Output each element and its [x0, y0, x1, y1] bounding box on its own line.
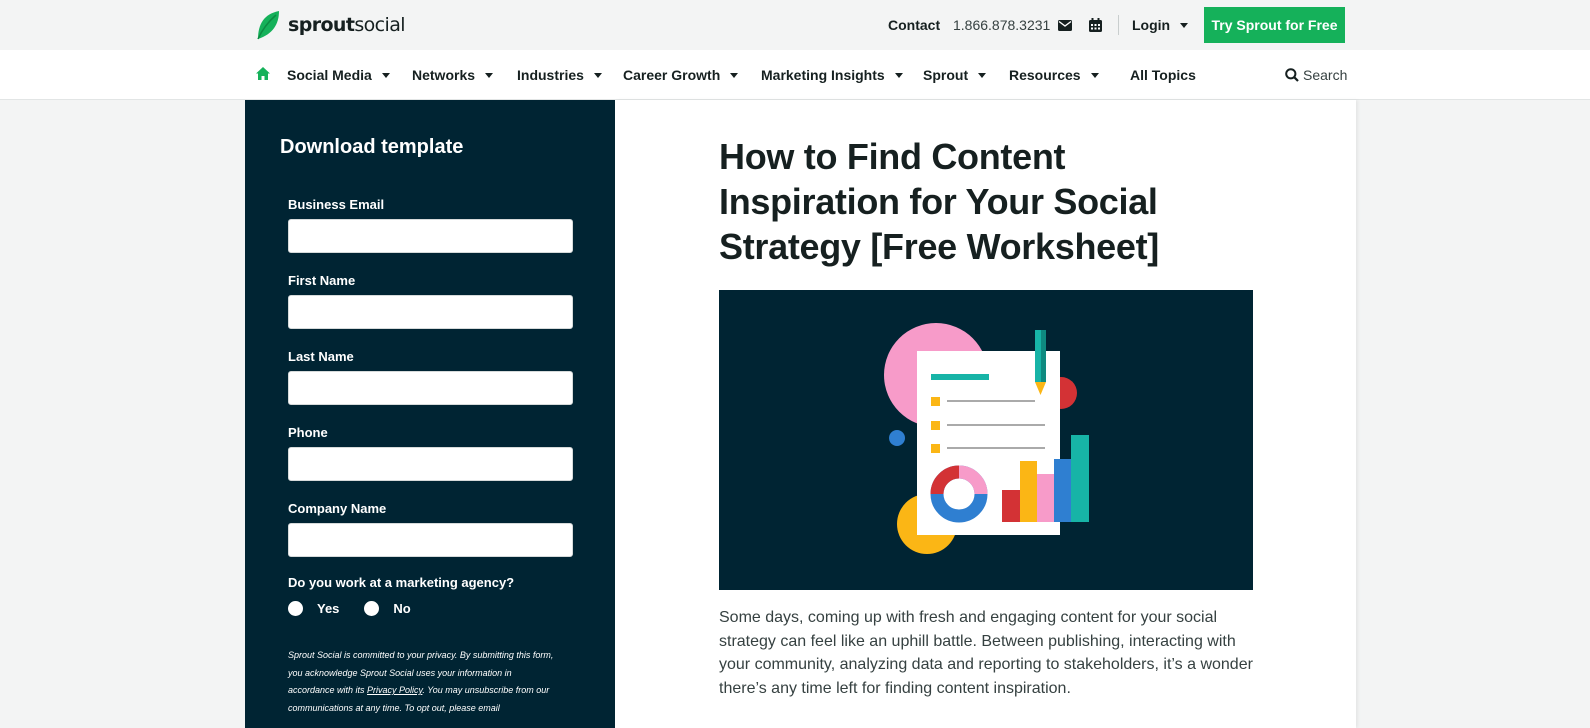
- home-icon[interactable]: [256, 67, 270, 85]
- search-button[interactable]: Search: [1285, 50, 1347, 100]
- article-title: How to Find Content Inspiration for Your…: [719, 136, 1159, 267]
- nav-networks[interactable]: Networks: [412, 50, 494, 100]
- caret-down-icon: [593, 72, 602, 78]
- agency-radio-group: Yes No: [288, 601, 411, 616]
- agency-no-label: No: [393, 601, 411, 616]
- business-email-field[interactable]: [288, 219, 573, 253]
- nav-sprout[interactable]: Sprout: [923, 50, 987, 100]
- article-intro: Some days, coming up with fresh and enga…: [719, 609, 1253, 697]
- privacy-policy-link[interactable]: Privacy Policy: [367, 685, 422, 695]
- privacy-text: you acknowledge Sprout Social uses your …: [288, 667, 512, 678]
- leaf-logo-icon: [257, 11, 279, 40]
- first-name-label: First Name: [288, 273, 356, 288]
- nav-label: Social Media: [287, 67, 372, 83]
- company-name-label: Company Name: [288, 501, 387, 516]
- nav-resources[interactable]: Resources: [1009, 50, 1099, 100]
- calendar-icon[interactable]: [1089, 0, 1102, 50]
- caret-down-icon: [1090, 72, 1099, 78]
- nav-label: Industries: [517, 67, 584, 83]
- nav-label: Career Growth: [623, 67, 721, 83]
- form-title: Download template: [280, 136, 464, 158]
- privacy-notice: Sprout Social is committed to your priva…: [288, 647, 578, 717]
- caret-down-icon: [730, 72, 739, 78]
- phone-label: Phone: [288, 425, 328, 440]
- header-divider: [1118, 15, 1119, 35]
- phone-link[interactable]: 1.866.878.3231: [953, 0, 1050, 50]
- caret-down-icon: [381, 72, 390, 78]
- first-name-field[interactable]: [288, 295, 573, 329]
- caret-down-icon: [894, 72, 903, 78]
- caret-down-icon: [1180, 22, 1189, 28]
- company-name-field[interactable]: [288, 523, 573, 557]
- try-free-button[interactable]: Try Sprout for Free: [1204, 7, 1345, 43]
- sprout-social-logo[interactable]: sproutsocial: [256, 10, 406, 40]
- article: How to Find Content Inspiration for Your…: [615, 100, 1356, 728]
- brand-wordmark: sproutsocial: [288, 14, 406, 36]
- agency-question: Do you work at a marketing agency?: [288, 575, 515, 590]
- top-bar: sproutsocial Contact 1.866.878.3231 Logi…: [0, 0, 1590, 50]
- privacy-text: accordance with its Privacy Policy. You …: [288, 685, 550, 695]
- envelope-icon[interactable]: [1058, 0, 1072, 50]
- search-label: Search: [1303, 67, 1348, 83]
- nav-career-growth[interactable]: Career Growth: [623, 50, 739, 100]
- caret-down-icon: [485, 72, 494, 78]
- contact-link[interactable]: Contact: [888, 0, 940, 50]
- login-dropdown[interactable]: Login: [1132, 0, 1189, 50]
- caret-down-icon: [978, 72, 987, 78]
- privacy-text: communications at any time. To opt out, …: [288, 702, 500, 713]
- agency-no-radio[interactable]: [364, 601, 380, 616]
- phone-field[interactable]: [288, 447, 573, 481]
- nav-all-topics[interactable]: All Topics: [1130, 50, 1196, 100]
- nav-label: Resources: [1009, 67, 1081, 83]
- privacy-text: Sprout Social is committed to your priva…: [288, 650, 554, 660]
- nav-marketing-insights[interactable]: Marketing Insights: [761, 50, 903, 100]
- main-nav: Social Media Networks Industries Career …: [0, 50, 1590, 100]
- nav-label: Marketing Insights: [761, 67, 885, 83]
- agency-yes-radio[interactable]: [288, 601, 303, 616]
- nav-industries[interactable]: Industries: [517, 50, 602, 100]
- nav-social-media[interactable]: Social Media: [287, 50, 390, 100]
- download-template-form: Download template Business Email First N…: [245, 100, 615, 728]
- hero-illustration: [719, 290, 1253, 590]
- last-name-field[interactable]: [288, 371, 573, 405]
- last-name-label: Last Name: [288, 349, 354, 364]
- nav-label: Networks: [412, 67, 476, 83]
- worksheet-illustration-icon: [884, 323, 1089, 554]
- search-icon: [1285, 68, 1299, 82]
- login-label: Login: [1132, 17, 1171, 33]
- business-email-label: Business Email: [288, 197, 385, 212]
- agency-yes-label: Yes: [317, 601, 340, 616]
- nav-label: Sprout: [923, 67, 969, 83]
